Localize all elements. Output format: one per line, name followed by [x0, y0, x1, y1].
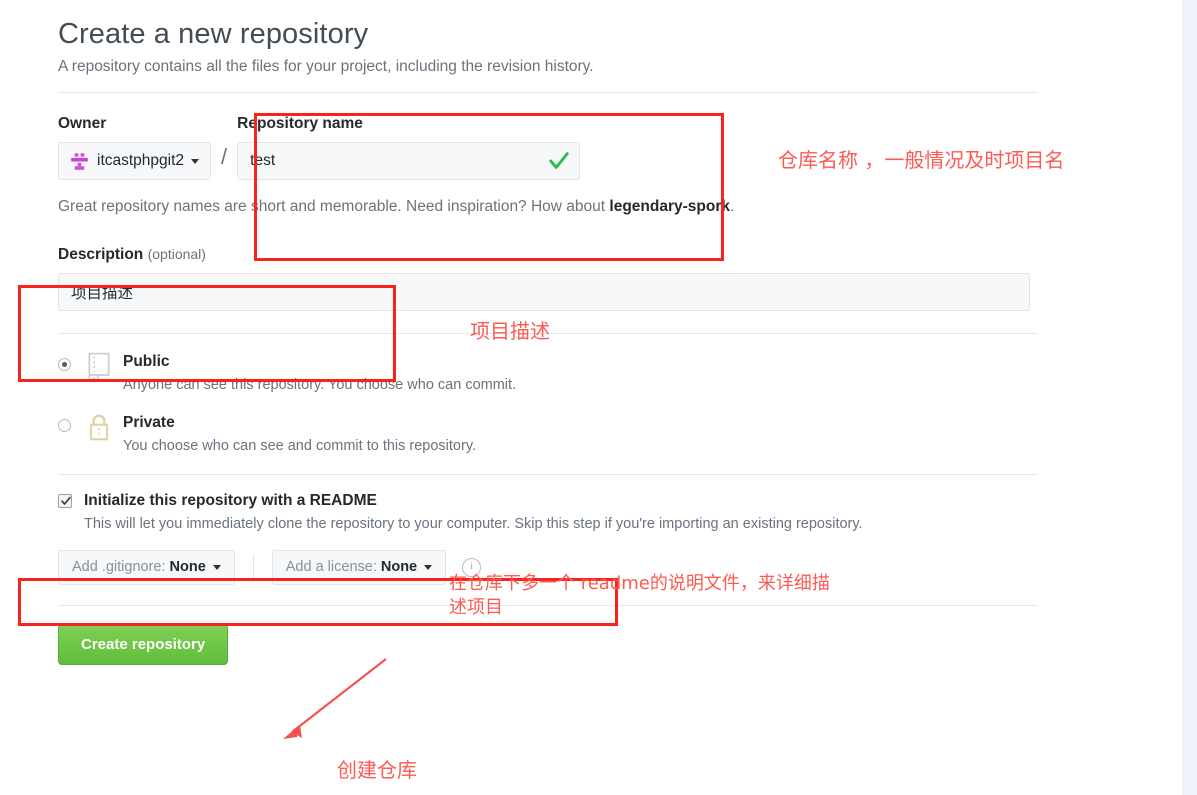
- lock-icon: [89, 414, 109, 441]
- owner-label: Owner: [58, 115, 107, 132]
- vertical-divider: [252, 554, 254, 581]
- chevron-down-icon: [424, 564, 433, 570]
- readme-checkbox[interactable]: [58, 493, 72, 508]
- page-title: Create a new repository: [58, 18, 369, 50]
- create-repository-button[interactable]: Create repository: [58, 623, 229, 665]
- template-selects-row: Add .gitignore: None Add a license: None i: [58, 549, 1038, 585]
- new-repository-form: Create a new repository A repository con…: [58, 0, 1038, 665]
- gitignore-prefix: Add .gitignore:: [72, 559, 166, 576]
- private-label: Private: [123, 413, 175, 431]
- visibility-option-public[interactable]: Public Anyone can see this repository. Y…: [58, 352, 1038, 393]
- description-label: Description (optional): [58, 246, 1038, 264]
- divider-after-description: [58, 333, 1038, 334]
- gitignore-value: None: [169, 559, 206, 576]
- description-field: Description (optional): [58, 246, 1038, 311]
- book-icon: [88, 352, 110, 382]
- repository-name-input[interactable]: [237, 142, 581, 180]
- public-description: Anyone can see this repository. You choo…: [123, 376, 517, 393]
- readme-section: Initialize this repository with a README…: [58, 492, 1038, 532]
- chevron-down-icon: [191, 158, 200, 164]
- divider-after-visibility: [58, 473, 1038, 475]
- repository-name-label: Repository name: [237, 115, 363, 132]
- divider-top: [58, 92, 1038, 93]
- license-select-button[interactable]: Add a license: None: [271, 549, 447, 585]
- license-value: None: [380, 559, 418, 576]
- description-label-text: Description: [58, 246, 144, 263]
- info-icon[interactable]: i: [462, 557, 482, 577]
- owner-select-button[interactable]: itcastphpgit2: [58, 142, 212, 180]
- description-optional-text: (optional): [147, 246, 206, 262]
- radio-private[interactable]: [58, 418, 71, 432]
- owner-avatar-identicon-icon: [71, 152, 88, 170]
- description-input[interactable]: [58, 273, 1030, 311]
- owner-repo-row: Owner itcastphpgit2 / Repository name: [58, 115, 1038, 180]
- owner-name: itcastphpgit2: [97, 152, 185, 169]
- page-right-gutter: [1182, 0, 1197, 795]
- gitignore-select-button[interactable]: Add .gitignore: None: [58, 549, 235, 585]
- radio-public[interactable]: [58, 358, 71, 371]
- public-label: Public: [123, 353, 170, 370]
- page-canvas: Create a new repository A repository con…: [0, 0, 1182, 795]
- hint-period: .: [730, 198, 735, 215]
- hint-text: Great repository names are short and mem…: [58, 198, 610, 215]
- path-separator: /: [221, 144, 228, 169]
- private-description: You choose who can see and commit to thi…: [123, 437, 477, 454]
- license-prefix: Add a license:: [285, 559, 377, 576]
- repository-name-hint: Great repository names are short and mem…: [58, 198, 1038, 216]
- readme-label: Initialize this repository with a README: [84, 491, 377, 509]
- readme-description: This will let you immediately clone the …: [84, 515, 863, 532]
- checkmark-icon: [61, 496, 71, 505]
- owner-field: Owner itcastphpgit2: [58, 115, 212, 180]
- divider-before-submit: [58, 604, 1038, 606]
- visibility-option-private[interactable]: Private You choose who can see and commi…: [58, 413, 1038, 454]
- repository-name-field: Repository name: [237, 115, 581, 180]
- chevron-down-icon: [212, 564, 221, 570]
- page-subtitle: A repository contains all the files for …: [58, 58, 594, 75]
- hint-suggested-name: legendary-spork: [609, 198, 731, 215]
